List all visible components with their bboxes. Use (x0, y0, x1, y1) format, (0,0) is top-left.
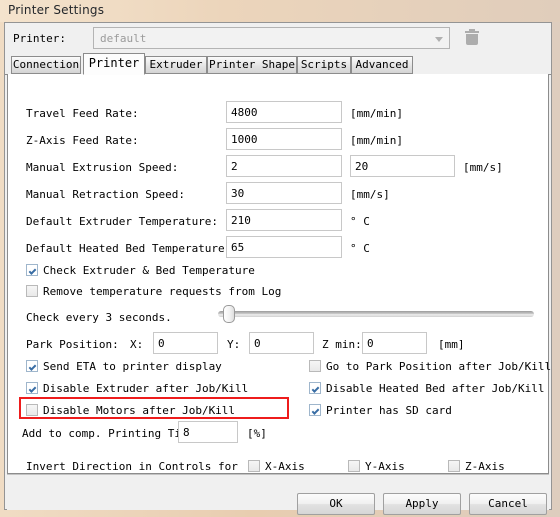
park-position-x-input[interactable] (153, 332, 218, 354)
invert-z-axis-label: Z-Axis (465, 460, 505, 473)
disable-heated-bed-label: Disable Heated Bed after Job/Kill (326, 382, 545, 395)
tab-extruder[interactable]: Extruder (145, 56, 207, 74)
invert-x-axis-checkbox[interactable]: X-Axis (248, 460, 305, 473)
default-extruder-temperature-label: Default Extruder Temperature: (26, 215, 219, 228)
checkbox-box (26, 264, 38, 276)
park-position-x-label: X: (130, 338, 144, 351)
tab-bar: Connection Printer Extruder Printer Shap… (5, 53, 551, 75)
checkbox-box (248, 460, 260, 472)
park-position-y-label: Y: (227, 338, 241, 351)
apply-button[interactable]: Apply (383, 493, 461, 515)
travel-feed-rate-input[interactable] (226, 101, 342, 123)
default-heated-bed-temperature-label: Default Heated Bed Temperature: (26, 242, 232, 255)
z-axis-feed-rate-label: Z-Axis Feed Rate: (26, 134, 139, 147)
tab-scripts[interactable]: Scripts (297, 56, 351, 74)
trash-body-part (466, 34, 478, 45)
printing-time-input[interactable] (178, 421, 238, 443)
dialog-frame: Printer: default Connection Printer Extr… (4, 22, 552, 515)
travel-feed-rate-label: Travel Feed Rate: (26, 107, 139, 120)
disable-heated-bed-checkbox[interactable]: Disable Heated Bed after Job/Kill (309, 382, 545, 395)
printer-selector-row: Printer: default (5, 23, 551, 55)
park-position-unit: [mm] (438, 338, 465, 351)
printer-settings-window: Printer Settings Printer: default Connec… (0, 0, 560, 517)
dialog-button-bar: OK Apply Cancel (7, 474, 549, 515)
printer-dropdown-value: default (100, 32, 147, 45)
send-eta-checkbox[interactable]: Send ETA to printer display (26, 360, 222, 373)
checkbox-box (309, 360, 321, 372)
disable-extruder-label: Disable Extruder after Job/Kill (43, 382, 249, 395)
tab-printer-shape[interactable]: Printer Shape (207, 56, 297, 74)
slider-track (218, 311, 534, 317)
ok-button[interactable]: OK (297, 493, 375, 515)
park-position-z-label: Z min: (322, 338, 362, 351)
manual-extrusion-speed-label: Manual Extrusion Speed: (26, 161, 179, 174)
tab-printer[interactable]: Printer (83, 53, 145, 75)
remove-temperature-requests-checkbox[interactable]: Remove temperature requests from Log (26, 285, 281, 298)
remove-temperature-requests-label: Remove temperature requests from Log (43, 285, 282, 298)
z-axis-feed-rate-unit: [mm/min] (350, 134, 403, 147)
invert-y-axis-checkbox[interactable]: Y-Axis (348, 460, 405, 473)
slider-thumb[interactable] (223, 305, 235, 323)
checkbox-box (309, 404, 321, 416)
printing-time-unit: [%] (247, 427, 267, 440)
trash-icon[interactable] (464, 29, 480, 47)
manual-retraction-speed-unit: [mm/s] (350, 188, 390, 201)
checkbox-box (348, 460, 360, 472)
manual-extrusion-speed-input-1[interactable] (226, 155, 342, 177)
tab-advanced[interactable]: Advanced (351, 56, 413, 74)
manual-extrusion-speed-input-2[interactable] (350, 155, 455, 177)
send-eta-label: Send ETA to printer display (43, 360, 222, 373)
invert-z-axis-checkbox[interactable]: Z-Axis (448, 460, 505, 473)
manual-extrusion-speed-unit: [mm/s] (463, 161, 503, 174)
printer-label: Printer: (13, 32, 66, 45)
go-to-park-position-label: Go to Park Position after Job/Kill (326, 360, 552, 373)
checkbox-box (26, 382, 38, 394)
title-bar: Printer Settings (0, 0, 560, 22)
park-position-y-input[interactable] (249, 332, 314, 354)
check-interval-label: Check every 3 seconds. (26, 311, 172, 324)
printer-tab-panel: Travel Feed Rate: [mm/min] Z-Axis Feed R… (7, 74, 551, 474)
trash-lid-part (465, 31, 479, 33)
default-heated-bed-temperature-unit: ° C (350, 242, 370, 255)
park-position-label: Park Position: (26, 338, 119, 351)
invert-y-axis-label: Y-Axis (365, 460, 405, 473)
printer-has-sd-card-label: Printer has SD card (326, 404, 452, 417)
travel-feed-rate-unit: [mm/min] (350, 107, 403, 120)
checkbox-box (309, 382, 321, 394)
check-interval-slider[interactable] (218, 305, 534, 323)
go-to-park-position-checkbox[interactable]: Go to Park Position after Job/Kill (309, 360, 551, 373)
manual-retraction-speed-label: Manual Retraction Speed: (26, 188, 185, 201)
printing-time-label: Add to comp. Printing Time (22, 427, 195, 440)
checkbox-box (448, 460, 460, 472)
checkbox-box (26, 404, 38, 416)
invert-x-axis-label: X-Axis (265, 460, 305, 473)
default-heated-bed-temperature-input[interactable] (226, 236, 342, 258)
disable-extruder-checkbox[interactable]: Disable Extruder after Job/Kill (26, 382, 248, 395)
checkbox-box (26, 285, 38, 297)
check-extruder-bed-temperature-checkbox[interactable]: Check Extruder & Bed Temperature (26, 264, 255, 277)
tab-connection[interactable]: Connection (11, 56, 81, 74)
check-extruder-bed-temperature-label: Check Extruder & Bed Temperature (43, 264, 255, 277)
default-extruder-temperature-input[interactable] (226, 209, 342, 231)
printer-has-sd-card-checkbox[interactable]: Printer has SD card (309, 404, 452, 417)
disable-motors-checkbox[interactable]: Disable Motors after Job/Kill (26, 404, 235, 417)
invert-direction-label: Invert Direction in Controls for (26, 460, 238, 473)
checkbox-box (26, 360, 38, 372)
manual-retraction-speed-input[interactable] (226, 182, 342, 204)
window-title: Printer Settings (8, 3, 105, 17)
z-axis-feed-rate-input[interactable] (226, 128, 342, 150)
chevron-down-icon (435, 37, 443, 42)
disable-motors-label: Disable Motors after Job/Kill (43, 404, 236, 417)
default-extruder-temperature-unit: ° C (350, 215, 370, 228)
printer-dropdown[interactable]: default (93, 27, 450, 49)
cancel-button[interactable]: Cancel (469, 493, 547, 515)
park-position-z-input[interactable] (362, 332, 427, 354)
